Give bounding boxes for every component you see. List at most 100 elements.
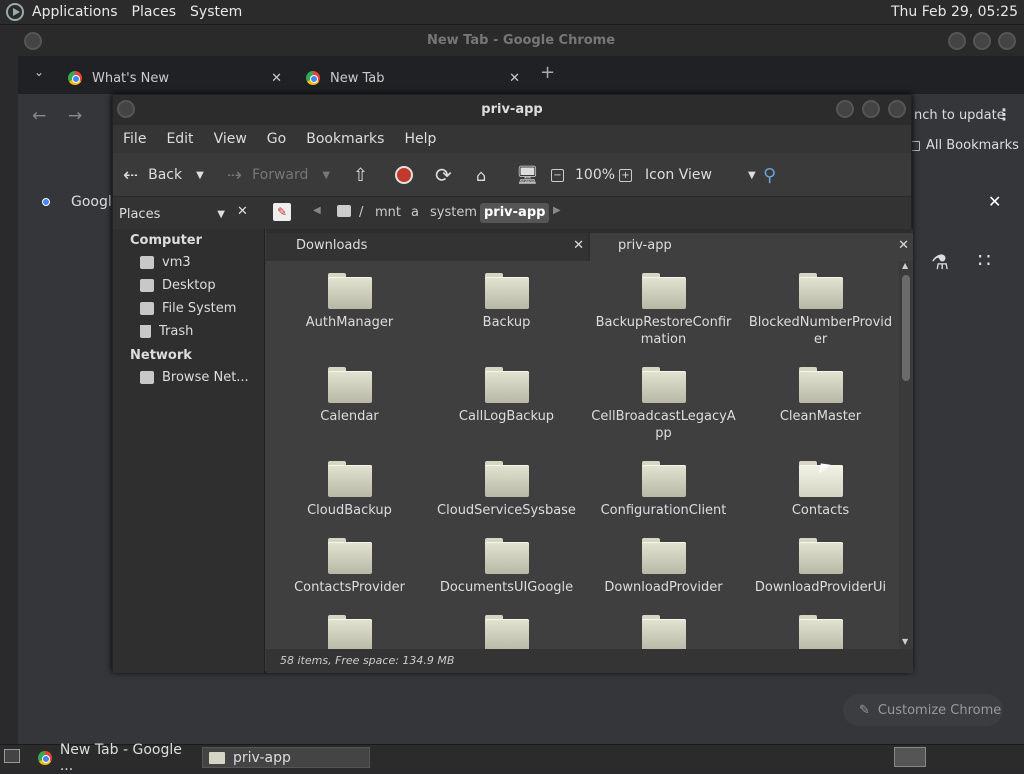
gnome-foot-icon[interactable]: [6, 3, 24, 21]
close-tab-icon[interactable]: ✕: [509, 71, 520, 86]
sidebar-item-vm3[interactable]: vm3: [140, 255, 191, 270]
sidebar-item-browse-network[interactable]: Browse Net...: [140, 370, 249, 385]
folder-item-partial[interactable]: [428, 615, 585, 649]
fm-close-button[interactable]: [888, 100, 906, 118]
new-tab-plus-icon[interactable]: +: [540, 62, 555, 83]
folder-item[interactable]: AuthManager: [271, 273, 428, 331]
applications-menu[interactable]: Applications: [32, 4, 118, 20]
close-sidebar-icon[interactable]: ✕: [237, 204, 248, 219]
scrollbar-thumb[interactable]: [902, 275, 910, 381]
task-chrome[interactable]: New Tab - Google ...: [34, 742, 198, 774]
places-sidebar: Computer vm3 Desktop File System Trash N…: [113, 229, 265, 673]
close-banner-icon[interactable]: ✕: [988, 192, 1001, 211]
home-folder-icon[interactable]: ⌂: [476, 153, 486, 197]
labs-flask-icon[interactable]: ⚗: [931, 250, 949, 274]
folder-item[interactable]: CallLogBackup: [428, 367, 585, 425]
folder-item[interactable]: DownloadProvider: [585, 538, 742, 596]
folder-item-partial[interactable]: [271, 615, 428, 649]
menu-go[interactable]: Go: [257, 131, 296, 147]
sidebar-item-label: Trash: [159, 324, 194, 339]
vertical-scrollbar[interactable]: ▲ ▼: [899, 261, 913, 649]
task-priv-app[interactable]: priv-app: [202, 747, 370, 768]
clock[interactable]: Thu Feb 29, 05:25: [891, 4, 1018, 20]
close-tab-icon[interactable]: ✕: [573, 233, 584, 259]
folder-item[interactable]: ConfigurationClient: [585, 461, 742, 519]
chrome-menu-kebab-icon[interactable]: ⋮: [996, 105, 1012, 124]
fm-minimize-button[interactable]: [836, 100, 854, 118]
fm-tab-downloads[interactable]: Downloads ✕: [266, 233, 588, 261]
fm-menu-circle-icon[interactable]: [117, 100, 135, 118]
edit-location-icon[interactable]: ✎: [273, 203, 291, 221]
chrome-maximize-button[interactable]: [973, 32, 991, 50]
sidebar-item-desktop[interactable]: Desktop: [140, 278, 216, 293]
chrome-minimize-button[interactable]: [948, 32, 966, 50]
chrome-tab-label: What's New: [92, 70, 169, 86]
forward-button[interactable]: ⇢ Forward ▼: [227, 153, 330, 197]
show-desktop-icon[interactable]: [4, 749, 20, 763]
forward-history-dropdown-icon[interactable]: ▼: [322, 170, 330, 181]
search-icon[interactable]: ⚲: [763, 153, 776, 197]
folder-item[interactable]: CloudBackup: [271, 461, 428, 519]
sidebar-type-selector[interactable]: Places ▼: [117, 203, 229, 225]
back-arrow-icon[interactable]: ←: [32, 106, 46, 126]
folder-item[interactable]: ContactsProvider: [271, 538, 428, 596]
zoom-out-icon[interactable]: −: [551, 153, 564, 197]
chrome-tab-new-tab[interactable]: New Tab ✕: [306, 62, 526, 94]
menu-bookmarks[interactable]: Bookmarks: [296, 131, 394, 147]
places-menu[interactable]: Places: [132, 4, 177, 20]
crumb-priv-app[interactable]: priv-app: [480, 203, 550, 223]
menu-view[interactable]: View: [204, 131, 257, 147]
folder-item[interactable]: CleanMaster: [742, 367, 899, 425]
folder-item[interactable]: CellBroadcastLegacyA pp: [585, 367, 742, 442]
fm-maximize-button[interactable]: [862, 100, 880, 118]
folder-item[interactable]: Calendar: [271, 367, 428, 425]
folder-item-partial[interactable]: [742, 615, 899, 649]
all-bookmarks-button[interactable]: All Bookmarks: [926, 138, 1019, 153]
network-icon: [140, 371, 154, 384]
folder-item[interactable]: BlockedNumberProvid er: [742, 273, 899, 348]
menu-file[interactable]: File: [113, 131, 156, 147]
folder-name: CallLogBackup: [458, 409, 555, 424]
folder-item[interactable]: DocumentsUIGoogle: [428, 538, 585, 596]
crumb-scroll-left-icon[interactable]: ◀: [313, 205, 321, 216]
computer-icon[interactable]: 🖥: [516, 153, 539, 197]
scroll-up-icon[interactable]: ▲: [902, 261, 908, 270]
sidebar-item-file-system[interactable]: File System: [140, 301, 236, 316]
fm-tab-priv-app[interactable]: priv-app ✕: [590, 233, 913, 261]
close-tab-icon[interactable]: ✕: [898, 233, 909, 259]
google-apps-grid-icon[interactable]: ∷: [978, 248, 991, 272]
chrome-menu-circle-icon[interactable]: [24, 32, 42, 50]
view-mode-selector[interactable]: Icon View ▼: [645, 153, 756, 197]
close-tab-icon[interactable]: ✕: [271, 71, 282, 86]
folder-item[interactable]: CloudServiceSysbase: [428, 461, 585, 519]
relaunch-update-button[interactable]: nch to update: [914, 108, 1005, 123]
back-button[interactable]: ⇠ Back ▼: [123, 153, 204, 197]
folder-item[interactable]: Backup: [428, 273, 585, 331]
menu-edit[interactable]: Edit: [156, 131, 203, 147]
crumb-mnt[interactable]: mnt: [375, 203, 401, 223]
crumb-system[interactable]: system: [430, 203, 477, 223]
crumb-scroll-right-icon[interactable]: ▶: [553, 205, 561, 216]
scroll-down-icon[interactable]: ▼: [902, 637, 908, 646]
workspace-switcher[interactable]: [894, 747, 926, 767]
zoom-level[interactable]: 100%: [575, 153, 615, 197]
customize-chrome-button[interactable]: ✎ Customize Chrome: [843, 694, 1003, 726]
zoom-in-icon[interactable]: +: [619, 153, 632, 197]
forward-arrow-icon[interactable]: →: [68, 106, 82, 126]
tab-search-chevron-icon[interactable]: ⌄: [34, 65, 44, 79]
stop-icon[interactable]: [395, 153, 413, 197]
chrome-close-button[interactable]: [998, 32, 1016, 50]
reload-icon[interactable]: ⟳: [435, 153, 452, 197]
up-arrow-icon[interactable]: ⇧: [353, 153, 368, 197]
system-menu[interactable]: System: [190, 4, 242, 20]
folder-item-partial[interactable]: [585, 615, 742, 649]
sidebar-item-trash[interactable]: Trash: [140, 324, 193, 339]
folder-item[interactable]: DownloadProviderUi: [742, 538, 899, 596]
crumb-a[interactable]: a: [411, 203, 419, 223]
crumb-root[interactable]: /: [359, 203, 363, 223]
chrome-tab-whats-new[interactable]: What's New ✕: [68, 62, 288, 94]
back-history-dropdown-icon[interactable]: ▼: [196, 170, 204, 181]
chrome-tab-label: New Tab: [330, 70, 385, 86]
menu-help[interactable]: Help: [394, 131, 446, 147]
folder-item[interactable]: BackupRestoreConfir mation: [585, 273, 742, 348]
